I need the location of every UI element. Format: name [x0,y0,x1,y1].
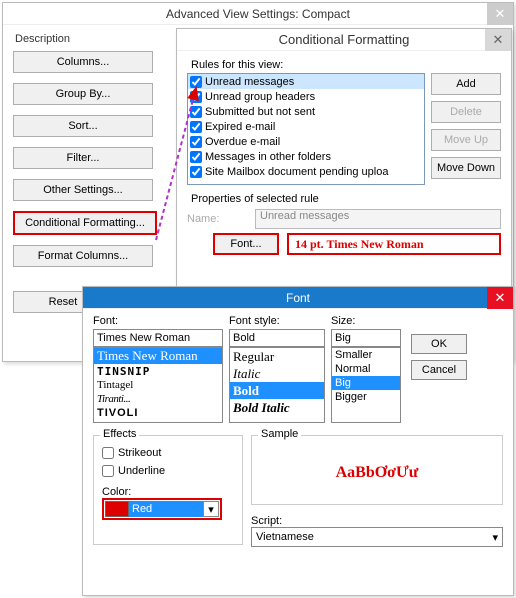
rule-name-input[interactable]: Unread messages [255,209,501,229]
font-label: Font: [93,315,223,327]
filter-button[interactable]: Filter... [13,147,153,169]
cancel-button[interactable]: Cancel [411,360,467,380]
rule-checkbox[interactable] [190,76,202,88]
conditional-formatting-button[interactable]: Conditional Formatting... [13,211,157,235]
size-option[interactable]: Smaller [332,348,400,362]
font-style-listbox[interactable]: RegularItalicBoldBold Italic [229,347,325,423]
chevron-down-icon[interactable]: ▾ [203,501,219,517]
rule-checkbox[interactable] [190,166,202,178]
color-value: Red [129,501,203,517]
script-label: Script: [251,515,503,527]
avs-titlebar: Advanced View Settings: Compact ✕ [3,3,513,25]
format-columns-button[interactable]: Format Columns... [13,245,153,267]
properties-label: Properties of selected rule [191,193,501,205]
ok-button[interactable]: OK [411,334,467,354]
rule-checkbox[interactable] [190,106,202,118]
size-option[interactable]: Big [332,376,400,390]
strikeout-checkbox[interactable] [102,447,114,459]
rule-label: Site Mailbox document pending uploa [205,166,388,178]
size-option[interactable]: Normal [332,362,400,376]
font-style-label: Font style: [229,315,325,327]
font-option[interactable]: Tintagel [94,378,222,392]
font-button[interactable]: Font... [213,233,279,255]
size-input[interactable]: Big [331,329,401,347]
sample-group: Sample AaBbƠơƯư [251,435,503,505]
rule-label: Messages in other folders [205,151,331,163]
move-down-button[interactable]: Move Down [431,157,501,179]
sample-legend: Sample [258,428,301,440]
columns-button[interactable]: Columns... [13,51,153,73]
font-title: Font [286,291,310,305]
cf-title: Conditional Formatting [279,32,410,47]
rule-row[interactable]: Submitted but not sent [188,104,424,119]
effects-group: Effects Strikeout Underline Color: Red ▾ [93,435,243,545]
style-option[interactable]: Bold [230,382,324,399]
delete-button[interactable]: Delete [431,101,501,123]
rule-row[interactable]: Site Mailbox document pending uploa [188,164,424,179]
rule-checkbox[interactable] [190,151,202,163]
effects-legend: Effects [100,428,139,440]
other-settings-button[interactable]: Other Settings... [13,179,153,201]
sort-button[interactable]: Sort... [13,115,153,137]
rule-label: Expired e-mail [205,121,275,133]
script-value: Vietnamese [256,531,314,543]
avs-title: Advanced View Settings: Compact [166,7,350,21]
name-label: Name: [187,213,247,225]
rule-row[interactable]: Messages in other folders [188,149,424,164]
font-listbox[interactable]: Times New RomanTINSNIPTintagelTiranti...… [93,347,223,423]
rule-label: Submitted but not sent [205,106,315,118]
sample-text: AaBbƠơƯư [260,444,494,502]
rule-row[interactable]: Unread messages [188,74,424,89]
rule-checkbox[interactable] [190,91,202,103]
rule-label: Unread group headers [205,91,315,103]
rule-row[interactable]: Unread group headers [188,89,424,104]
rule-checkbox[interactable] [190,121,202,133]
rules-listbox[interactable]: Unread messages Unread group headers Submi… [187,73,425,185]
rule-row[interactable]: Expired e-mail [188,119,424,134]
rule-label: Unread messages [205,76,294,88]
style-option[interactable]: Bold Italic [230,399,324,416]
cf-titlebar: Conditional Formatting ✕ [177,29,511,51]
font-option[interactable]: Times New Roman [94,348,222,364]
font-dialog: Font ✕ Font: Times New Roman Times New R… [82,286,514,596]
underline-checkbox[interactable] [102,465,114,477]
underline-label: Underline [118,465,165,477]
close-icon[interactable]: ✕ [487,287,513,309]
size-option[interactable]: Bigger [332,390,400,404]
style-option[interactable]: Italic [230,365,324,382]
size-label: Size: [331,315,401,327]
font-option[interactable]: TIVOLI [94,406,222,420]
font-preview: 14 pt. Times New Roman [287,233,501,255]
move-up-button[interactable]: Move Up [431,129,501,151]
close-icon[interactable]: ✕ [487,3,513,25]
font-input[interactable]: Times New Roman [93,329,223,347]
font-style-input[interactable]: Bold [229,329,325,347]
script-dropdown[interactable]: Vietnamese ▾ [251,527,503,547]
close-icon[interactable]: ✕ [485,29,511,51]
chevron-down-icon: ▾ [492,531,498,544]
color-swatch [105,501,129,517]
rule-row[interactable]: Overdue e-mail [188,134,424,149]
group-by-button[interactable]: Group By... [13,83,153,105]
strikeout-label: Strikeout [118,447,161,459]
font-titlebar: Font ✕ [83,287,513,309]
rule-label: Overdue e-mail [205,136,280,148]
style-option[interactable]: Regular [230,348,324,365]
color-dropdown[interactable]: Red ▾ [102,498,222,520]
color-label: Color: [102,486,234,498]
conditional-formatting-dialog: Conditional Formatting ✕ Rules for this … [176,28,512,290]
add-button[interactable]: Add [431,73,501,95]
rules-label: Rules for this view: [191,59,501,71]
rule-checkbox[interactable] [190,136,202,148]
font-option[interactable]: TINSNIP [94,364,222,378]
size-listbox[interactable]: SmallerNormalBigBigger [331,347,401,423]
font-option[interactable]: Tiranti... [94,392,222,406]
